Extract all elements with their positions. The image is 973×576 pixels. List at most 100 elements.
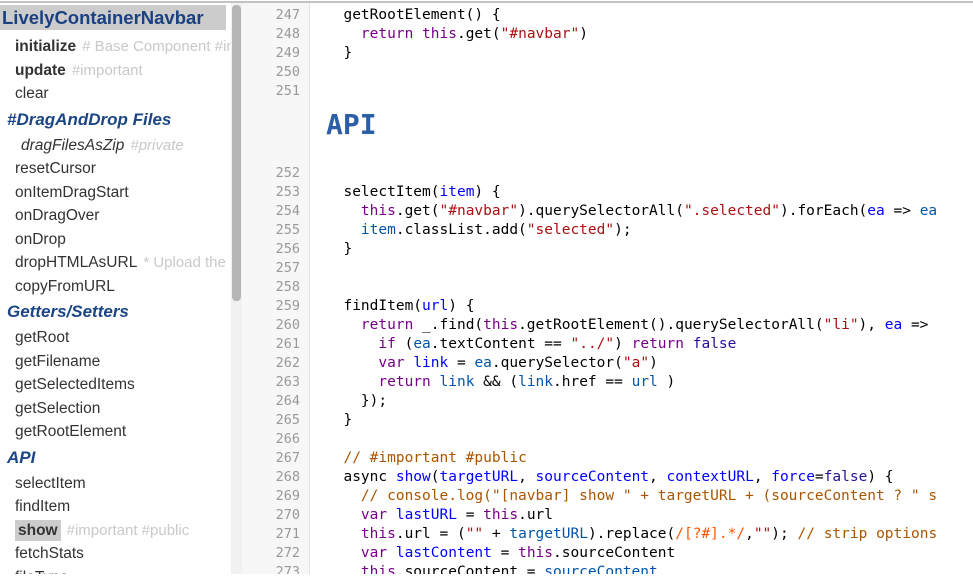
line-number: 247 bbox=[242, 6, 310, 25]
sidebar-item-label: copyFromURL bbox=[15, 278, 115, 295]
code-line: 259 findItem(url) { bbox=[242, 297, 973, 316]
code-line: 256 } bbox=[242, 240, 973, 259]
code-line-text: return link && (link.href == url ) bbox=[310, 373, 973, 392]
sidebar-item-finditem[interactable]: findItem bbox=[0, 495, 231, 519]
sidebar-item-filetype[interactable]: fileType bbox=[0, 566, 231, 575]
line-number: 262 bbox=[242, 354, 310, 373]
line-number: 273 bbox=[242, 563, 310, 574]
line-number: 254 bbox=[242, 202, 310, 221]
sidebar-item-label: getSelection bbox=[15, 400, 100, 417]
code-line-text bbox=[310, 164, 973, 183]
sidebar-item-annotation: * Upload the bbox=[143, 254, 226, 271]
sidebar-item-getselecteditems[interactable]: getSelectedItems bbox=[0, 373, 231, 397]
code-line-text: var lastContent = this.sourceContent bbox=[310, 544, 973, 563]
code-line-text: var lastURL = this.url bbox=[310, 506, 973, 525]
sidebar-item-copyfromurl[interactable]: copyFromURL bbox=[0, 275, 231, 299]
sidebar-item-annotation: #private bbox=[130, 137, 183, 154]
line-number: 256 bbox=[242, 240, 310, 259]
line-number: 253 bbox=[242, 183, 310, 202]
code-line: 260 return _.find(this.getRootElement().… bbox=[242, 316, 973, 335]
code-line-text: if (ea.textContent == "../") return fals… bbox=[310, 335, 973, 354]
sidebar-scrollbar-thumb[interactable] bbox=[232, 5, 241, 301]
code-editor[interactable]: 247 getRootElement() {248 return this.ge… bbox=[242, 3, 973, 574]
code-line: 267 // #important #public bbox=[242, 449, 973, 468]
code-line: 262 var link = ea.querySelector("a") bbox=[242, 354, 973, 373]
sidebar-item-label: clear bbox=[15, 85, 49, 102]
code-line: 248 return this.get("#navbar") bbox=[242, 25, 973, 44]
sidebar-item-onitemdragstart[interactable]: onItemDragStart bbox=[0, 181, 231, 205]
code-line-text: item.classList.add("selected"); bbox=[310, 221, 973, 240]
code-line-text bbox=[310, 63, 973, 82]
code-lines: 247 getRootElement() {248 return this.ge… bbox=[242, 3, 973, 574]
code-line: 257 bbox=[242, 259, 973, 278]
sidebar-item-api[interactable]: API bbox=[0, 444, 231, 472]
code-line: 273 this.sourceContent = sourceContent bbox=[242, 563, 973, 574]
code-line-text: selectItem(item) { bbox=[310, 183, 973, 202]
sidebar-item--draganddrop-files[interactable]: #DragAndDrop Files bbox=[0, 106, 231, 134]
code-line-text: this.url = ("" + targetURL).replace(/[?#… bbox=[310, 525, 973, 544]
code-line-text: } bbox=[310, 411, 973, 430]
code-line: 264 }); bbox=[242, 392, 973, 411]
sidebar-item-getters-setters[interactable]: Getters/Setters bbox=[0, 298, 231, 326]
code-line-text bbox=[310, 259, 973, 278]
sidebar-item-label: initialize bbox=[15, 38, 76, 55]
sidebar-item-clear[interactable]: clear bbox=[0, 82, 231, 106]
code-line: 268 async show(targetURL, sourceContent,… bbox=[242, 468, 973, 487]
code-line-text: return this.get("#navbar") bbox=[310, 25, 973, 44]
line-number: 266 bbox=[242, 430, 310, 449]
sidebar-item-label: onDrop bbox=[15, 231, 66, 248]
code-line: 251 bbox=[242, 82, 973, 101]
sidebar-item-label: show bbox=[15, 520, 61, 541]
code-line-text: this.get("#navbar").querySelectorAll(".s… bbox=[310, 202, 973, 221]
lively-editor-window: LivelyContainerNavbar initialize # Base C… bbox=[0, 0, 973, 576]
code-line-text: // console.log("[navbar] show " + target… bbox=[310, 487, 973, 506]
class-outline-navbar: LivelyContainerNavbar initialize # Base C… bbox=[0, 3, 231, 574]
code-line: 249 } bbox=[242, 44, 973, 63]
sidebar-item-ondrop[interactable]: onDrop bbox=[0, 228, 231, 252]
sidebar-scrollbar[interactable] bbox=[231, 3, 242, 574]
code-line-text: return _.find(this.getRootElement().quer… bbox=[310, 316, 973, 335]
sidebar-item-getroot[interactable]: getRoot bbox=[0, 326, 231, 350]
sidebar-item-annotation: # Base Component #im bbox=[82, 38, 231, 55]
code-line-text: } bbox=[310, 44, 973, 63]
code-line: 272 var lastContent = this.sourceContent bbox=[242, 544, 973, 563]
sidebar-item-ondragover[interactable]: onDragOver bbox=[0, 204, 231, 228]
sidebar-item-update[interactable]: update#important bbox=[0, 59, 231, 83]
line-number: 258 bbox=[242, 278, 310, 297]
line-number: 248 bbox=[242, 25, 310, 44]
line-number: 259 bbox=[242, 297, 310, 316]
markdown-heading-row: API bbox=[242, 101, 973, 164]
sidebar-item-dragfilesaszip[interactable]: dragFilesAsZip#private bbox=[0, 134, 231, 158]
line-number: 255 bbox=[242, 221, 310, 240]
navbar-class-title[interactable]: LivelyContainerNavbar bbox=[0, 5, 226, 30]
code-line-text: }); bbox=[310, 392, 973, 411]
sidebar-item-annotation: #important #public bbox=[67, 522, 190, 539]
line-number: 251 bbox=[242, 82, 310, 101]
sidebar-item-label: getFilename bbox=[15, 353, 100, 370]
code-line-text: // #important #public bbox=[310, 449, 973, 468]
sidebar-item-selectitem[interactable]: selectItem bbox=[0, 472, 231, 496]
sidebar-item-label: onItemDragStart bbox=[15, 184, 129, 201]
line-number: 257 bbox=[242, 259, 310, 278]
sidebar-item-getselection[interactable]: getSelection bbox=[0, 397, 231, 421]
line-number: 272 bbox=[242, 544, 310, 563]
line-number bbox=[242, 101, 310, 164]
sidebar-item-fetchstats[interactable]: fetchStats bbox=[0, 542, 231, 566]
sidebar-item-initialize[interactable]: initialize # Base Component #im bbox=[0, 35, 231, 59]
code-line: 263 return link && (link.href == url ) bbox=[242, 373, 973, 392]
section-heading-api: API bbox=[326, 109, 377, 141]
code-line: 254 this.get("#navbar").querySelectorAll… bbox=[242, 202, 973, 221]
sidebar-item-show[interactable]: show #important #public bbox=[0, 519, 231, 543]
sidebar-item-drophtmlasurl[interactable]: dropHTMLAsURL* Upload the bbox=[0, 251, 231, 275]
sidebar-item-getrootelement[interactable]: getRootElement bbox=[0, 420, 231, 444]
line-number: 250 bbox=[242, 63, 310, 82]
line-number: 267 bbox=[242, 449, 310, 468]
line-number: 268 bbox=[242, 468, 310, 487]
code-line: 255 item.classList.add("selected"); bbox=[242, 221, 973, 240]
code-line: 253 selectItem(item) { bbox=[242, 183, 973, 202]
sidebar-item-getfilename[interactable]: getFilename bbox=[0, 350, 231, 374]
sidebar-item-resetcursor[interactable]: resetCursor bbox=[0, 157, 231, 181]
code-line: 261 if (ea.textContent == "../") return … bbox=[242, 335, 973, 354]
code-line-text: getRootElement() { bbox=[310, 6, 973, 25]
sidebar-item-label: getSelectedItems bbox=[15, 376, 135, 393]
